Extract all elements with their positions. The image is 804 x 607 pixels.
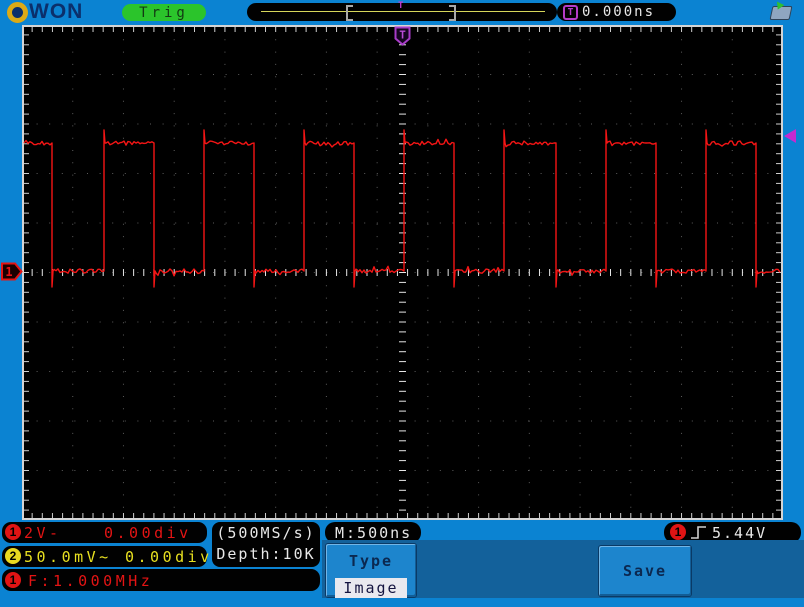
ch1-offset: 0.00div xyxy=(104,524,192,542)
window-bracket-right xyxy=(449,5,456,21)
trigger-shield-letter: T xyxy=(399,29,406,42)
ch2-scale: 50.0mV~ xyxy=(24,548,112,566)
save-button[interactable]: Save xyxy=(598,545,692,597)
ch1-status-readout: 1 2V- 0.00div xyxy=(2,522,207,543)
acquire-readout: (500MS/s) Depth:10K xyxy=(212,522,320,567)
freq-source-badge: 1 xyxy=(5,572,21,588)
record-depth: Depth:10K xyxy=(216,545,316,563)
ch2-offset: 0.00div xyxy=(125,548,213,566)
ch2-badge: 2 xyxy=(5,548,21,564)
softkey-menu-panel: Type Image Save xyxy=(322,540,804,598)
trig-status-badge: Trig xyxy=(122,4,206,21)
owon-logo: WON xyxy=(7,0,84,23)
freq-value: F:1.000MHz xyxy=(28,572,154,590)
horizontal-position-bar: T xyxy=(247,1,557,21)
type-label: Type xyxy=(348,552,394,570)
owon-logo-o-icon xyxy=(7,1,28,23)
trigger-source-badge: 1 xyxy=(670,524,686,540)
owon-logo-text: WON xyxy=(29,0,84,23)
type-button[interactable]: Type Image xyxy=(325,543,417,598)
type-value: Image xyxy=(335,578,407,598)
trigger-level-arrow[interactable] xyxy=(784,129,796,143)
ch1-scale: 2V- xyxy=(24,524,62,542)
rising-edge-icon xyxy=(691,526,706,539)
trigger-position-shield[interactable]: T xyxy=(394,26,411,46)
trigger-time-readout: T 0.000ns xyxy=(557,3,676,21)
oscilloscope-screen: WON Trig T T 0.000ns T 1 1 2V- 0.00div 2… xyxy=(0,0,804,607)
waveform-grid xyxy=(22,25,783,520)
trig-status-label: Trig xyxy=(139,4,189,21)
window-bracket-left xyxy=(346,5,353,21)
trigger-time-value: 0.000ns xyxy=(582,4,656,20)
freq-measure-readout: 1 F:1.000MHz xyxy=(2,569,320,591)
record-length-line xyxy=(261,11,545,12)
ch1-badge: 1 xyxy=(5,524,21,540)
save-label: Save xyxy=(622,562,668,580)
ch1-level-marker[interactable]: 1 xyxy=(1,262,23,281)
ch2-status-readout: 2 50.0mV~ 0.00div xyxy=(2,546,209,567)
sample-rate: (500MS/s) xyxy=(216,524,316,542)
ch1-marker-number: 1 xyxy=(5,265,12,279)
trigger-t-icon: T xyxy=(563,4,578,20)
usb-storage-icon xyxy=(769,0,793,20)
hpos-trigger-marker[interactable]: T xyxy=(398,1,403,11)
